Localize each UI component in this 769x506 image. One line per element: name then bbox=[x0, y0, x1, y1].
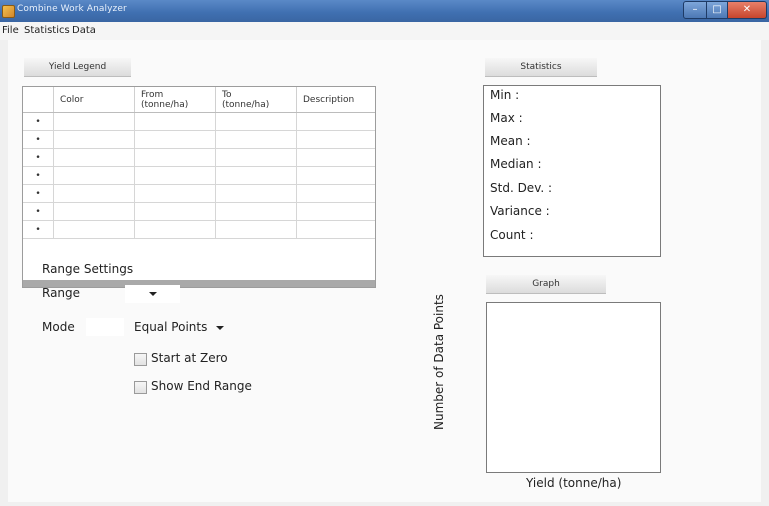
table-row[interactable]: • bbox=[23, 130, 375, 149]
cell-description[interactable] bbox=[296, 166, 375, 185]
mode-input-background bbox=[86, 318, 124, 336]
cell-from[interactable] bbox=[134, 202, 216, 221]
row-marker: • bbox=[23, 202, 54, 221]
table-row[interactable]: • bbox=[23, 112, 375, 131]
graph-area bbox=[486, 302, 661, 473]
row-marker: • bbox=[23, 184, 54, 203]
table-row[interactable]: • bbox=[23, 148, 375, 167]
cell-color[interactable] bbox=[53, 166, 135, 185]
cell-from[interactable] bbox=[134, 166, 216, 185]
cell-to[interactable] bbox=[215, 184, 297, 203]
mode-label: Mode bbox=[42, 320, 75, 334]
row-header-corner bbox=[23, 87, 54, 113]
cell-from[interactable] bbox=[134, 130, 216, 149]
close-button[interactable]: ✕ bbox=[728, 1, 767, 19]
cell-color[interactable] bbox=[53, 112, 135, 131]
show-end-range-label[interactable]: Show End Range bbox=[151, 379, 252, 393]
chevron-down-icon bbox=[216, 325, 225, 330]
cell-from[interactable] bbox=[134, 112, 216, 131]
row-marker: • bbox=[23, 130, 54, 149]
yield-legend-grid[interactable]: Color From (tonne/ha) To (tonne/ha) Desc… bbox=[22, 86, 376, 288]
main-panel: Yield Legend Color From (tonne/ha) To (t… bbox=[8, 40, 761, 502]
table-row[interactable]: • bbox=[23, 184, 375, 203]
range-label: Range bbox=[42, 286, 81, 300]
menu-bar: File Statistics Data bbox=[0, 22, 769, 40]
statistics-panel: Min : Max : Mean : Median : Std. Dev. : … bbox=[483, 85, 661, 257]
stat-mean: Mean : bbox=[490, 134, 531, 148]
table-row[interactable]: • bbox=[23, 166, 375, 185]
cell-color[interactable] bbox=[53, 184, 135, 203]
cell-to[interactable] bbox=[215, 148, 297, 167]
maximize-button[interactable]: □ bbox=[707, 1, 728, 19]
column-header-from[interactable]: From (tonne/ha) bbox=[134, 87, 216, 113]
stat-std-dev: Std. Dev. : bbox=[490, 181, 553, 195]
column-header-to[interactable]: To (tonne/ha) bbox=[215, 87, 297, 113]
cell-description[interactable] bbox=[296, 220, 375, 239]
cell-to[interactable] bbox=[215, 130, 297, 149]
cell-description[interactable] bbox=[296, 130, 375, 149]
cell-from[interactable] bbox=[134, 148, 216, 167]
menu-statistics[interactable]: Statistics bbox=[24, 25, 70, 36]
stat-median: Median : bbox=[490, 157, 542, 171]
stat-min: Min : bbox=[490, 88, 520, 102]
cell-to[interactable] bbox=[215, 166, 297, 185]
menu-data[interactable]: Data bbox=[72, 25, 96, 36]
cell-from[interactable] bbox=[134, 184, 216, 203]
cell-description[interactable] bbox=[296, 112, 375, 131]
statistics-button[interactable]: Statistics bbox=[485, 58, 597, 77]
table-row[interactable]: • bbox=[23, 220, 375, 239]
stat-count: Count : bbox=[490, 228, 534, 242]
cell-to[interactable] bbox=[215, 112, 297, 131]
graph-x-axis-label: Yield (tonne/ha) bbox=[526, 476, 622, 490]
cell-color[interactable] bbox=[53, 220, 135, 239]
column-header-description[interactable]: Description bbox=[296, 87, 375, 113]
cell-description[interactable] bbox=[296, 184, 375, 203]
legend-rows: • • • • • • • bbox=[23, 112, 375, 239]
mode-value: Equal Points bbox=[134, 320, 208, 334]
cell-description[interactable] bbox=[296, 202, 375, 221]
row-marker: • bbox=[23, 220, 54, 239]
cell-color[interactable] bbox=[53, 202, 135, 221]
table-row[interactable]: • bbox=[23, 202, 375, 221]
cell-description[interactable] bbox=[296, 148, 375, 167]
cell-to[interactable] bbox=[215, 202, 297, 221]
window-title: Combine Work Analyzer bbox=[17, 4, 127, 14]
range-settings-heading: Range Settings bbox=[42, 262, 134, 276]
show-end-range-checkbox[interactable] bbox=[134, 381, 147, 394]
stat-max: Max : bbox=[490, 111, 523, 125]
mode-dropdown[interactable]: Equal Points bbox=[134, 320, 225, 334]
stat-variance: Variance : bbox=[490, 204, 550, 218]
range-dropdown[interactable] bbox=[133, 286, 157, 300]
cell-to[interactable] bbox=[215, 220, 297, 239]
cell-from[interactable] bbox=[134, 220, 216, 239]
cell-color[interactable] bbox=[53, 148, 135, 167]
row-marker: • bbox=[23, 166, 54, 185]
minimize-button[interactable]: – bbox=[683, 1, 707, 19]
row-marker: • bbox=[23, 112, 54, 131]
column-header-color[interactable]: Color bbox=[53, 87, 135, 113]
row-marker: • bbox=[23, 148, 54, 167]
menu-file[interactable]: File bbox=[2, 25, 19, 36]
chevron-down-icon bbox=[149, 291, 157, 296]
app-icon bbox=[2, 5, 15, 18]
yield-legend-button[interactable]: Yield Legend bbox=[24, 58, 131, 77]
start-at-zero-label[interactable]: Start at Zero bbox=[151, 351, 228, 365]
graph-y-axis-label: Number of Data Points bbox=[432, 294, 446, 430]
title-bar: Combine Work Analyzer – □ ✕ bbox=[0, 0, 769, 22]
window-controls: – □ ✕ bbox=[683, 1, 767, 19]
cell-color[interactable] bbox=[53, 130, 135, 149]
graph-button[interactable]: Graph bbox=[486, 275, 606, 294]
start-at-zero-checkbox[interactable] bbox=[134, 353, 147, 366]
